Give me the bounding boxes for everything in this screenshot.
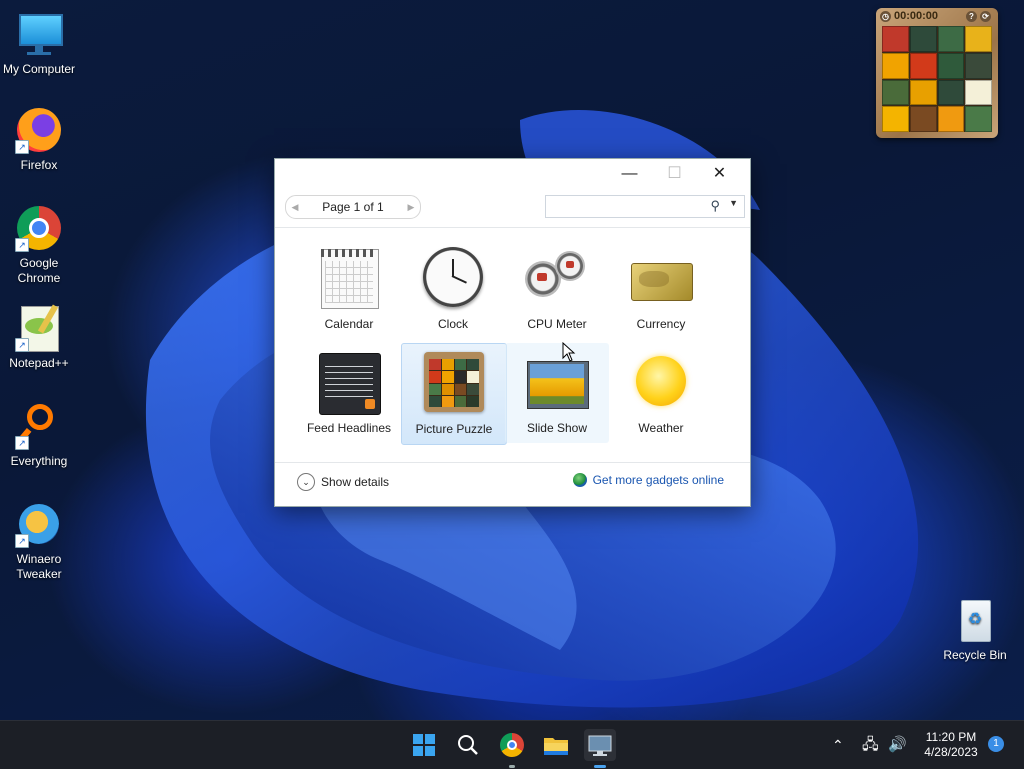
picture-puzzle-gadget[interactable]: ◷ 00:00:00 ? ⟳ bbox=[876, 8, 998, 138]
page-label: Page 1 of 1 bbox=[322, 200, 384, 214]
help-icon[interactable]: ? bbox=[966, 10, 977, 22]
gadget-feed-headlines[interactable]: Feed Headlines bbox=[297, 343, 401, 443]
gadgets-monitor-icon bbox=[588, 735, 612, 756]
desktop-icon-firefox[interactable]: ↗ Firefox bbox=[0, 106, 78, 173]
network-icon[interactable]: 🖧 bbox=[862, 721, 879, 769]
picture-puzzle-icon bbox=[422, 350, 486, 414]
gadget-calendar[interactable]: Calendar bbox=[297, 239, 401, 339]
slide-show-icon bbox=[525, 349, 589, 413]
monitor-icon bbox=[15, 10, 63, 58]
start-button[interactable] bbox=[408, 729, 440, 761]
sun-icon bbox=[629, 349, 693, 413]
puzzle-grid[interactable] bbox=[882, 26, 992, 132]
gadget-picture-puzzle[interactable]: Picture Puzzle bbox=[401, 343, 507, 445]
desktop-icon-recycle-bin[interactable]: ♻ Recycle Bin bbox=[936, 596, 1014, 663]
chevron-down-icon: ⌄ bbox=[297, 473, 315, 491]
close-button[interactable]: ✕ bbox=[697, 159, 742, 189]
desktop-icon-label: Notepad++ bbox=[9, 356, 69, 370]
gadget-slide-show[interactable]: Slide Show bbox=[505, 343, 609, 443]
taskbar-chrome-button[interactable] bbox=[496, 729, 528, 768]
search-icon bbox=[458, 735, 478, 755]
desktop-icon-winaero-tweaker[interactable]: ↗ Winaero Tweaker bbox=[0, 500, 78, 582]
desktop-icon-label: Google Chrome bbox=[17, 256, 61, 285]
taskbar: ⌃ 🖧 🔊 11:20 PM 4/28/2023 bbox=[0, 720, 1024, 769]
magnifier-icon: ↗ bbox=[15, 402, 63, 450]
firefox-icon: ↗ bbox=[15, 106, 63, 154]
winaero-tweaker-icon: ↗ bbox=[15, 500, 63, 548]
show-details-label: Show details bbox=[321, 475, 390, 489]
gadget-label: Clock bbox=[437, 317, 468, 331]
desktop-icon-everything[interactable]: ↗ Everything bbox=[0, 402, 78, 469]
gadget-label: Feed Headlines bbox=[306, 421, 392, 435]
gadget-weather[interactable]: Weather bbox=[609, 343, 713, 443]
calendar-icon bbox=[317, 245, 381, 309]
taskbar-file-explorer-button[interactable] bbox=[540, 729, 572, 761]
recycle-bin-icon: ♻ bbox=[951, 596, 999, 644]
shortcut-arrow-icon: ↗ bbox=[15, 338, 29, 352]
mouse-cursor bbox=[562, 342, 576, 362]
timer-icon[interactable]: ◷ bbox=[880, 10, 891, 22]
desktop-icon-label: Recycle Bin bbox=[943, 648, 1007, 662]
currency-icon bbox=[629, 245, 693, 309]
clock-date: 4/28/2023 bbox=[924, 745, 978, 759]
desktop-icon-notepad-plus-plus[interactable]: ↗ Notepad++ bbox=[0, 304, 78, 371]
desktop-icon-label: My Computer bbox=[2, 62, 76, 76]
page-navigator: ◀ Page 1 of 1 ▶ bbox=[285, 195, 421, 219]
divider bbox=[275, 227, 750, 228]
search-icon[interactable]: ⚲ bbox=[710, 198, 720, 214]
shortcut-arrow-icon: ↗ bbox=[15, 238, 29, 252]
shuffle-icon[interactable]: ⟳ bbox=[980, 10, 991, 22]
show-details-button[interactable]: ⌄ Show details bbox=[297, 473, 389, 491]
shortcut-arrow-icon: ↗ bbox=[15, 436, 29, 450]
notification-badge[interactable]: 1 bbox=[988, 736, 1004, 752]
search-button[interactable] bbox=[452, 729, 484, 761]
desktop-icon-google-chrome[interactable]: ↗ Google Chrome bbox=[0, 204, 78, 286]
gadget-label: Currency bbox=[636, 317, 686, 331]
desktop-icon-label: Everything bbox=[10, 454, 68, 468]
windows-logo-icon bbox=[413, 734, 435, 756]
desktop-icon-label: Firefox bbox=[20, 158, 58, 172]
notepad-plus-plus-icon: ↗ bbox=[15, 304, 63, 352]
gadget-label: Calendar bbox=[324, 317, 374, 331]
feed-headlines-icon bbox=[317, 349, 381, 415]
globe-icon bbox=[572, 473, 587, 487]
chrome-icon: ↗ bbox=[15, 204, 63, 252]
gadget-clock[interactable]: Clock bbox=[401, 239, 505, 339]
dropdown-arrow-icon[interactable]: ▼ bbox=[729, 198, 738, 208]
puzzle-timer: 00:00:00 bbox=[894, 10, 939, 22]
minimize-button[interactable]: — bbox=[607, 159, 652, 189]
title-bar: — ☐ ✕ bbox=[275, 159, 750, 189]
folder-icon bbox=[544, 738, 568, 755]
previous-page-button[interactable]: ◀ bbox=[286, 202, 304, 213]
next-page-button[interactable]: ▶ bbox=[402, 202, 420, 213]
divider bbox=[275, 462, 750, 463]
gadget-currency[interactable]: Currency bbox=[609, 239, 713, 339]
show-hidden-icons-button[interactable]: ⌃ bbox=[832, 721, 844, 769]
get-more-gadgets-link[interactable]: Get more gadgets online bbox=[572, 473, 724, 487]
gadget-label: Picture Puzzle bbox=[415, 422, 493, 436]
get-more-gadgets-label: Get more gadgets online bbox=[592, 473, 724, 487]
desktop-icon-my-computer[interactable]: My Computer bbox=[0, 10, 78, 77]
gadget-label: Weather bbox=[638, 421, 684, 435]
volume-icon[interactable]: 🔊 bbox=[888, 721, 907, 769]
shortcut-arrow-icon: ↗ bbox=[15, 534, 29, 548]
gadget-label: Slide Show bbox=[526, 421, 588, 435]
search-input[interactable]: ⚲ ▼ bbox=[545, 195, 745, 218]
clock-time: 11:20 PM bbox=[925, 730, 977, 744]
gadget-cpu-meter[interactable]: CPU Meter bbox=[505, 239, 609, 339]
gadgets-window: — ☐ ✕ ◀ Page 1 of 1 ▶ ⚲ ▼ Calendar Clock bbox=[274, 158, 751, 507]
taskbar-gadgets-button[interactable] bbox=[584, 729, 616, 768]
desktop-icon-label: Winaero Tweaker bbox=[16, 552, 62, 581]
gadget-label: CPU Meter bbox=[527, 317, 587, 331]
maximize-button[interactable]: ☐ bbox=[652, 159, 697, 189]
shortcut-arrow-icon: ↗ bbox=[15, 140, 29, 154]
cpu-meter-icon bbox=[525, 245, 589, 309]
clock[interactable]: 11:20 PM 4/28/2023 bbox=[916, 730, 986, 760]
clock-icon bbox=[421, 245, 485, 309]
